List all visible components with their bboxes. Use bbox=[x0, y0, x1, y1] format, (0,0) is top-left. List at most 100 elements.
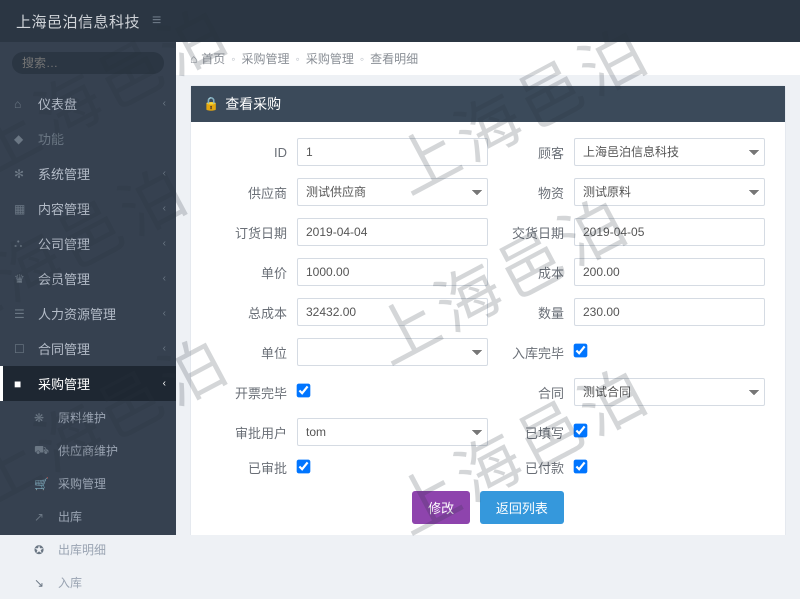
breadcrumb-item: 查看明细 bbox=[370, 50, 418, 67]
nav-purchase[interactable]: ■采购管理‹ bbox=[0, 366, 176, 401]
label-invoice: 开票完毕 bbox=[211, 383, 297, 402]
nav-label: 合同管理 bbox=[38, 339, 90, 358]
portlet-view-purchase: 🔒 查看采购 ID 顾客 上海邑泊信息科技 bbox=[190, 85, 786, 535]
nav-label: 供应商维护 bbox=[58, 442, 118, 459]
arrow-in-icon: ↘ bbox=[34, 576, 50, 590]
select-contract[interactable]: 测试合同 bbox=[574, 378, 765, 406]
select-material[interactable]: 测试原料 bbox=[574, 178, 765, 206]
nav-label: 出库明细 bbox=[58, 541, 106, 558]
nav-function[interactable]: ◆ 功能 bbox=[0, 121, 176, 156]
brand-title: 上海邑泊信息科技 bbox=[16, 11, 140, 32]
sitemap-icon: ⛬ bbox=[14, 236, 30, 251]
label-totalcost: 总成本 bbox=[211, 303, 297, 322]
breadcrumb-item[interactable]: 采购管理 bbox=[306, 50, 354, 67]
nav-outbound-detail[interactable]: ✪出库明细 bbox=[0, 533, 176, 566]
truck-icon: ⛟ bbox=[34, 443, 50, 459]
breadcrumb: ⌂ 首页 ◦ 采购管理 ◦ 采购管理 ◦ 查看明细 bbox=[176, 42, 800, 75]
home-icon[interactable]: ⌂ bbox=[190, 52, 197, 66]
input-cost[interactable] bbox=[574, 258, 765, 286]
asterisk-icon: ❋ bbox=[34, 411, 50, 425]
nav-member[interactable]: ♛会员管理‹ bbox=[0, 261, 176, 296]
list-icon: ☰ bbox=[14, 307, 30, 321]
nav-label: 功能 bbox=[38, 129, 64, 148]
checkbox-paid[interactable] bbox=[574, 459, 588, 473]
breadcrumb-home[interactable]: 首页 bbox=[201, 50, 225, 67]
nav-label: 采购管理 bbox=[38, 374, 90, 393]
back-button[interactable]: 返回列表 bbox=[480, 491, 564, 524]
input-deliverdate[interactable] bbox=[574, 218, 765, 246]
select-approver[interactable]: tom bbox=[297, 418, 488, 446]
nav-dashboard[interactable]: ⌂仪表盘‹ bbox=[0, 86, 176, 121]
cart-icon: 🛒 bbox=[34, 477, 50, 491]
label-instock: 入库完毕 bbox=[488, 343, 574, 362]
input-totalcost[interactable] bbox=[297, 298, 488, 326]
topbar: 上海邑泊信息科技 ≡ bbox=[0, 0, 800, 42]
nav-outbound[interactable]: ↗出库 bbox=[0, 500, 176, 533]
label-qty: 数量 bbox=[488, 303, 574, 322]
nav-contract[interactable]: ☐ 合同管理 ‹ bbox=[0, 331, 176, 366]
nav-label: 采购管理 bbox=[58, 475, 106, 492]
nav-label: 仪表盘 bbox=[38, 94, 77, 113]
nav-label: 内容管理 bbox=[38, 199, 90, 218]
label-unit: 单位 bbox=[211, 343, 297, 362]
nav-content[interactable]: ▦ 内容管理 ‹ bbox=[0, 191, 176, 226]
nav-material[interactable]: ❋ 原料维护 bbox=[0, 401, 176, 434]
label-approved: 已审批 bbox=[211, 458, 297, 477]
label-contract: 合同 bbox=[488, 383, 574, 402]
nav-inbound[interactable]: ↘ 入库 bbox=[0, 566, 176, 599]
breadcrumb-sep: ◦ bbox=[360, 52, 364, 66]
search-input[interactable] bbox=[22, 56, 177, 70]
nav-system[interactable]: ✻系统管理‹ bbox=[0, 156, 176, 191]
nav-label: 系统管理 bbox=[38, 164, 90, 183]
chevron-left-icon: ‹ bbox=[163, 273, 166, 284]
input-qty[interactable] bbox=[574, 298, 765, 326]
select-unit[interactable] bbox=[297, 338, 488, 366]
nav-company[interactable]: ⛬公司管理‹ bbox=[0, 226, 176, 261]
nav-label: 人力资源管理 bbox=[38, 304, 116, 323]
input-orderdate[interactable] bbox=[297, 218, 488, 246]
label-paid: 已付款 bbox=[488, 458, 574, 477]
checkbox-approved[interactable] bbox=[297, 459, 311, 473]
square-icon: ☐ bbox=[14, 342, 30, 356]
sidebar-nav: ⌂仪表盘‹ ◆功能 ✻系统管理‹ ▦内容管理‹ ⛬公司管理‹ ♛会员管理‹ ☰人… bbox=[0, 86, 176, 599]
label-unitprice: 单价 bbox=[211, 263, 297, 282]
nav-purchase-mgmt[interactable]: 🛒 采购管理 bbox=[0, 467, 176, 500]
portlet-title-text: 查看采购 bbox=[225, 94, 281, 114]
nav-label: 原料维护 bbox=[58, 409, 106, 426]
breadcrumb-sep: ◦ bbox=[231, 52, 235, 66]
edit-button[interactable]: 修改 bbox=[412, 491, 470, 524]
portlet-title: 🔒 查看采购 bbox=[191, 86, 785, 122]
checkbox-filled[interactable] bbox=[574, 424, 588, 438]
chevron-left-icon: ‹ bbox=[163, 203, 166, 214]
chevron-left-icon: ‹ bbox=[163, 308, 166, 319]
label-supplier: 供应商 bbox=[211, 183, 297, 202]
breadcrumb-item[interactable]: 采购管理 bbox=[242, 50, 290, 67]
nav-label: 公司管理 bbox=[38, 234, 90, 253]
label-filled: 已填写 bbox=[488, 423, 574, 442]
nav-supplier[interactable]: ⛟ 供应商维护 bbox=[0, 434, 176, 467]
input-id[interactable] bbox=[297, 138, 488, 166]
chevron-left-icon: ‹ bbox=[163, 378, 166, 389]
checkbox-invoice[interactable] bbox=[297, 384, 311, 398]
label-cost: 成本 bbox=[488, 263, 574, 282]
crown-icon: ♛ bbox=[14, 272, 30, 286]
hamburger-icon[interactable]: ≡ bbox=[152, 12, 161, 30]
lock-icon: 🔒 bbox=[203, 96, 219, 112]
chevron-left-icon: ‹ bbox=[163, 168, 166, 179]
grid-icon: ▦ bbox=[14, 202, 30, 216]
diamond-icon: ◆ bbox=[14, 132, 30, 146]
nav-label: 入库 bbox=[58, 574, 82, 591]
input-unitprice[interactable] bbox=[297, 258, 488, 286]
label-deliverdate: 交货日期 bbox=[488, 223, 574, 242]
chevron-left-icon: ‹ bbox=[163, 343, 166, 354]
select-supplier[interactable]: 测试供应商 bbox=[297, 178, 488, 206]
nav-hr[interactable]: ☰ 人力资源管理 ‹ bbox=[0, 296, 176, 331]
breadcrumb-sep: ◦ bbox=[296, 52, 300, 66]
arrow-out-icon: ↗ bbox=[34, 510, 50, 524]
label-material: 物资 bbox=[488, 183, 574, 202]
checkbox-instock[interactable] bbox=[574, 344, 588, 358]
select-customer[interactable]: 上海邑泊信息科技 bbox=[574, 138, 765, 166]
form-actions: 修改 返回列表 bbox=[211, 491, 765, 524]
sidebar-search[interactable]: 🔍 bbox=[12, 52, 164, 74]
portlet-body: ID 顾客 上海邑泊信息科技 供应商 测试供应商 bbox=[191, 122, 785, 535]
